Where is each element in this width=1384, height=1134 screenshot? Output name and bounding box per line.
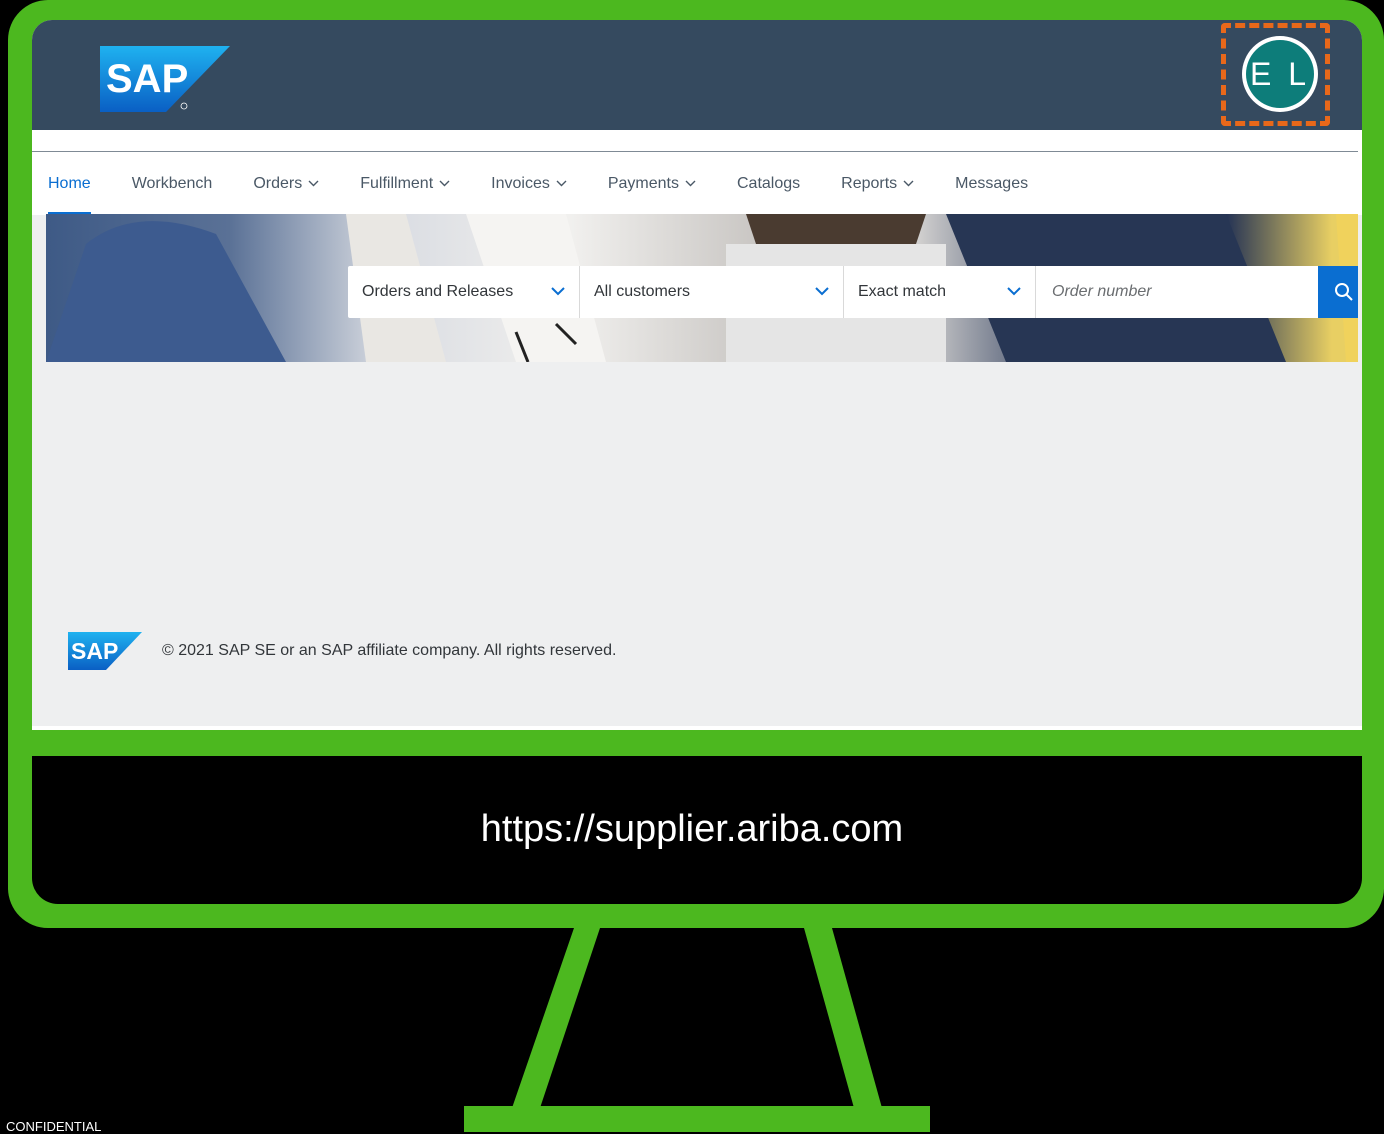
nav-item-label: Reports bbox=[841, 175, 898, 192]
browser-screen: SAP E L Home Workbench Orders Fulfillment In… bbox=[32, 20, 1362, 730]
user-avatar[interactable]: E L bbox=[1242, 36, 1318, 112]
avatar-initials: E L bbox=[1246, 40, 1314, 108]
customer-select[interactable]: All customers bbox=[580, 266, 844, 318]
footer-sap-logo: SAP bbox=[68, 632, 142, 670]
nav-item-label: Home bbox=[48, 175, 91, 192]
nav-item-reports[interactable]: Reports bbox=[841, 173, 914, 195]
nav-item-label: Workbench bbox=[131, 175, 213, 192]
search-button[interactable] bbox=[1318, 266, 1358, 318]
chevron-down-icon bbox=[903, 178, 914, 190]
app-header: SAP E L bbox=[32, 20, 1362, 130]
svg-text:SAP: SAP bbox=[106, 57, 188, 101]
svg-text:SAP: SAP bbox=[71, 638, 118, 664]
nav-item-label: Fulfillment bbox=[360, 175, 434, 192]
chevron-down-icon bbox=[308, 178, 319, 190]
chevron-down-icon bbox=[1007, 283, 1021, 301]
nav-items: Home Workbench Orders Fulfillment Invoices Pa… bbox=[48, 173, 1069, 215]
avatar-highlight: E L bbox=[1221, 23, 1330, 126]
chevron-down-icon bbox=[551, 283, 565, 301]
nav-item-home[interactable]: Home bbox=[48, 173, 91, 215]
match-type-value: Exact match bbox=[858, 283, 947, 300]
screen-bottom-edge bbox=[32, 726, 1362, 730]
chevron-down-icon bbox=[556, 178, 567, 190]
customer-value: All customers bbox=[594, 283, 691, 300]
chevron-down-icon bbox=[685, 178, 696, 190]
site-url: https://supplier.ariba.com bbox=[480, 808, 904, 850]
main-nav: Home Workbench Orders Fulfillment Invoices Pa… bbox=[32, 130, 1362, 215]
nav-item-fulfillment[interactable]: Fulfillment bbox=[360, 173, 450, 195]
nav-item-workbench[interactable]: Workbench bbox=[132, 173, 213, 195]
document-type-value: Orders and Releases bbox=[362, 283, 514, 300]
nav-item-label: Invoices bbox=[491, 175, 550, 192]
order-search-bar: Orders and Releases All customers Exact … bbox=[348, 266, 1358, 318]
page-footer: SAP © 2021 SAP SE or an SAP affiliate co… bbox=[68, 632, 616, 670]
hero-banner: Orders and Releases All customers Exact … bbox=[46, 214, 1358, 362]
nav-divider bbox=[32, 151, 1358, 152]
nav-item-label: Catalogs bbox=[736, 175, 801, 192]
nav-item-catalogs[interactable]: Catalogs bbox=[737, 173, 800, 195]
match-type-select[interactable]: Exact match bbox=[844, 266, 1036, 318]
nav-item-invoices[interactable]: Invoices bbox=[491, 173, 567, 195]
copyright-text: © 2021 SAP SE or an SAP affiliate compan… bbox=[162, 642, 617, 659]
chevron-down-icon bbox=[815, 283, 829, 301]
nav-item-label: Payments bbox=[607, 175, 679, 192]
nav-item-label: Orders bbox=[253, 175, 303, 192]
search-icon bbox=[1335, 283, 1353, 301]
document-type-select[interactable]: Orders and Releases bbox=[348, 266, 580, 318]
nav-item-label: Messages bbox=[955, 175, 1029, 192]
chevron-down-icon bbox=[439, 178, 450, 190]
order-number-input[interactable] bbox=[1036, 266, 1318, 318]
nav-item-messages[interactable]: Messages bbox=[955, 173, 1028, 195]
nav-item-payments[interactable]: Payments bbox=[608, 173, 696, 195]
sap-logo: SAP bbox=[100, 46, 230, 112]
nav-item-orders[interactable]: Orders bbox=[253, 173, 319, 195]
